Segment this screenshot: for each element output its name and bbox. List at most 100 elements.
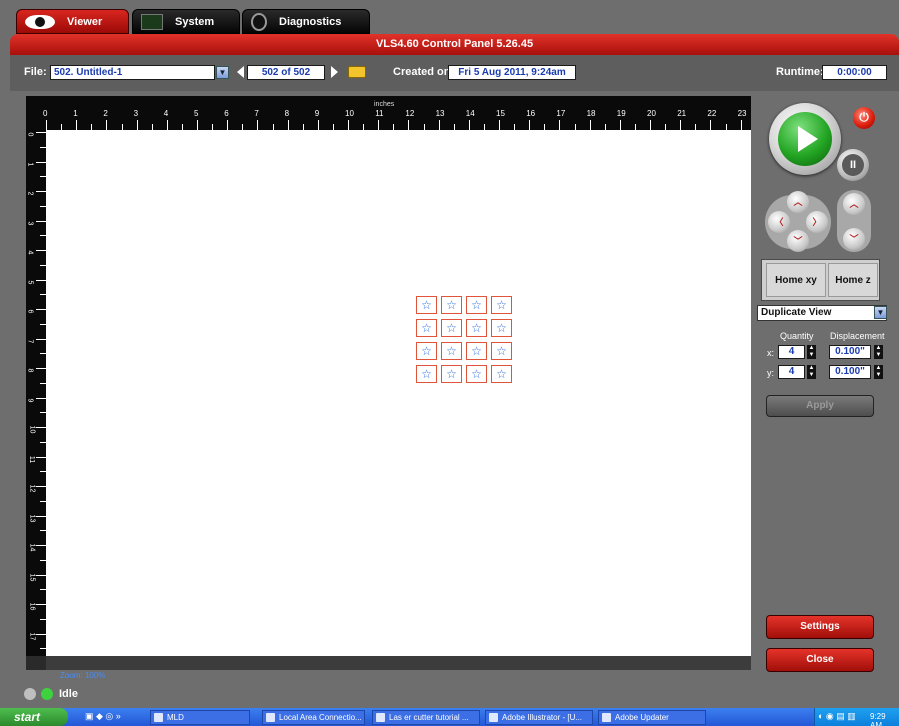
x-quantity-stepper[interactable]: ▲ ▼ — [807, 345, 816, 359]
y-quantity-stepper[interactable]: ▲ ▼ — [807, 365, 816, 379]
taskbar-task-1[interactable]: Local Area Connectio... — [262, 710, 365, 725]
created-date: Fri 5 Aug 2011, 9:24am — [448, 65, 576, 80]
taskbar-task-3[interactable]: Adobe Illustrator - [U... — [485, 710, 593, 725]
star-copy[interactable]: ☆ — [441, 319, 462, 337]
start-button[interactable]: start — [0, 708, 68, 726]
star-copy[interactable]: ☆ — [416, 342, 437, 360]
z-up-button[interactable]: ︿ — [843, 193, 865, 215]
ruler-x-tick — [529, 120, 531, 130]
star-copy[interactable]: ☆ — [416, 296, 437, 314]
ruler-x-tick-label: 2 — [103, 109, 108, 118]
home-xy-button[interactable]: Home xy — [766, 263, 826, 297]
ruler-y-tick — [36, 574, 46, 576]
taskbar-folder-mld[interactable]: MLD — [150, 710, 250, 725]
ruler-x-tick — [378, 120, 380, 130]
apply-button[interactable]: Apply — [766, 395, 874, 417]
ruler-x-tick — [227, 120, 229, 130]
star-copy[interactable]: ☆ — [466, 365, 487, 383]
tray-icons[interactable]: ◐ ◉ ▤ ▥ — [818, 711, 856, 722]
ruler-y-tick — [36, 132, 46, 133]
home-z-button[interactable]: Home z — [828, 263, 878, 297]
file-select[interactable]: 502. Untitled-1 — [50, 65, 215, 80]
star-copy[interactable]: ☆ — [466, 296, 487, 314]
ruler-x-tick-label: 11 — [375, 109, 384, 118]
stethoscope-icon — [251, 12, 267, 31]
play-button[interactable] — [769, 103, 841, 175]
tab-diagnostics[interactable]: Diagnostics — [242, 9, 370, 34]
star-copy[interactable]: ☆ — [491, 319, 512, 337]
star-copy[interactable]: ☆ — [491, 365, 512, 383]
ruler-y-tick-label: 6 — [26, 309, 34, 314]
y-displacement-input[interactable]: 0.100" — [829, 365, 871, 379]
chevron-up-icon: ︿ — [793, 197, 803, 207]
x-label: x: — [767, 348, 775, 358]
ruler-x-tick — [559, 120, 561, 130]
star-copy[interactable]: ☆ — [441, 342, 462, 360]
chevron-right-icon: 〉 — [812, 217, 822, 227]
ruler-y-tick — [36, 545, 46, 546]
ruler-x-tick-label: 5 — [194, 109, 199, 118]
pause-button[interactable]: II — [837, 149, 869, 181]
power-button[interactable]: ⏻ — [853, 107, 875, 129]
next-file-icon[interactable] — [331, 66, 338, 78]
jog-down-button[interactable]: ﹀ — [787, 230, 809, 252]
star-copy[interactable]: ☆ — [416, 365, 437, 383]
jog-right-button[interactable]: 〉 — [806, 211, 828, 233]
y-quantity-input[interactable]: 4 — [778, 365, 805, 379]
window-title: VLS4.60 Control Panel 5.26.45 — [10, 34, 899, 55]
y-displacement-stepper[interactable]: ▲ ▼ — [874, 365, 883, 379]
ruler-x-tick-label: 4 — [163, 109, 169, 118]
ruler-x-tick — [680, 120, 682, 130]
star-copy[interactable]: ☆ — [466, 319, 487, 337]
horizontal-scrollbar[interactable] — [46, 656, 751, 670]
ruler-x-tick-label: 19 — [616, 109, 626, 118]
z-down-button[interactable]: ﹀ — [843, 228, 865, 250]
settings-button[interactable]: Settings — [766, 615, 874, 639]
power-icon: ⏻ — [859, 110, 869, 124]
chevron-down-icon: ﹀ — [849, 234, 859, 244]
ruler-y-tick-label: 4 — [26, 250, 34, 255]
quantity-label: Quantity — [780, 331, 814, 341]
ruler-x-tick — [136, 120, 138, 130]
ruler-x-tick — [438, 120, 440, 130]
taskbar-task-4[interactable]: Adobe Updater — [598, 710, 706, 725]
ruler-x-tick-label: 0 — [43, 109, 48, 118]
file-dropdown-arrow[interactable]: ▼ — [216, 66, 229, 79]
ruler-y-tick — [36, 338, 46, 340]
star-copy[interactable]: ☆ — [491, 296, 512, 314]
ruler-x-tick — [710, 120, 712, 130]
taskbar-task-2[interactable]: Las er cutter tutorial ... — [372, 710, 480, 725]
jog-up-button[interactable]: ︿ — [787, 191, 809, 213]
ruler-x-tick — [76, 120, 78, 130]
ruler-x-tick-label: 20 — [647, 109, 656, 118]
tab-viewer[interactable]: Viewer — [16, 9, 129, 34]
x-quantity-input[interactable]: 4 — [778, 345, 805, 359]
star-copy[interactable]: ☆ — [491, 342, 512, 360]
ruler-x-tick — [257, 120, 259, 130]
open-folder-icon[interactable] — [348, 66, 366, 78]
drawing-canvas[interactable]: ☆ ☆ ☆ ☆ ☆ ☆ ☆ ☆ ☆ ☆ ☆ ☆ ☆ ☆ ☆ ☆ — [46, 130, 751, 656]
star-copy[interactable]: ☆ — [441, 365, 462, 383]
tab-system[interactable]: System — [132, 9, 240, 34]
quick-launch-icons[interactable]: ▣ ◆ ◎ » — [85, 711, 121, 722]
star-copy[interactable]: ☆ — [416, 319, 437, 337]
page-counter: 502 of 502 — [247, 65, 325, 80]
duplicate-mode-select[interactable]: Duplicate View — [757, 305, 887, 321]
star-copy[interactable]: ☆ — [441, 296, 462, 314]
ruler-x-tick-label: 21 — [677, 109, 687, 118]
prev-file-icon[interactable] — [237, 66, 244, 78]
ruler-x-tick — [408, 120, 410, 130]
chevron-down-icon[interactable]: ▼ — [874, 306, 887, 319]
x-displacement-input[interactable]: 0.100" — [829, 345, 871, 359]
ruler-y-tick-label: 16 — [28, 602, 36, 611]
close-button[interactable]: Close — [766, 648, 874, 672]
ruler-x-tick — [166, 120, 168, 130]
displacement-label: Displacement — [830, 331, 885, 341]
ruler-x-tick-label: 18 — [586, 109, 596, 118]
x-displacement-stepper[interactable]: ▲ ▼ — [874, 345, 883, 359]
jog-left-button[interactable]: 〈 — [768, 211, 790, 233]
ruler-y-tick-label: 15 — [28, 573, 36, 581]
ruler-y-tick-label: 10 — [28, 425, 36, 434]
star-copy[interactable]: ☆ — [466, 342, 487, 360]
ruler-x-tick-label: 8 — [284, 109, 290, 118]
